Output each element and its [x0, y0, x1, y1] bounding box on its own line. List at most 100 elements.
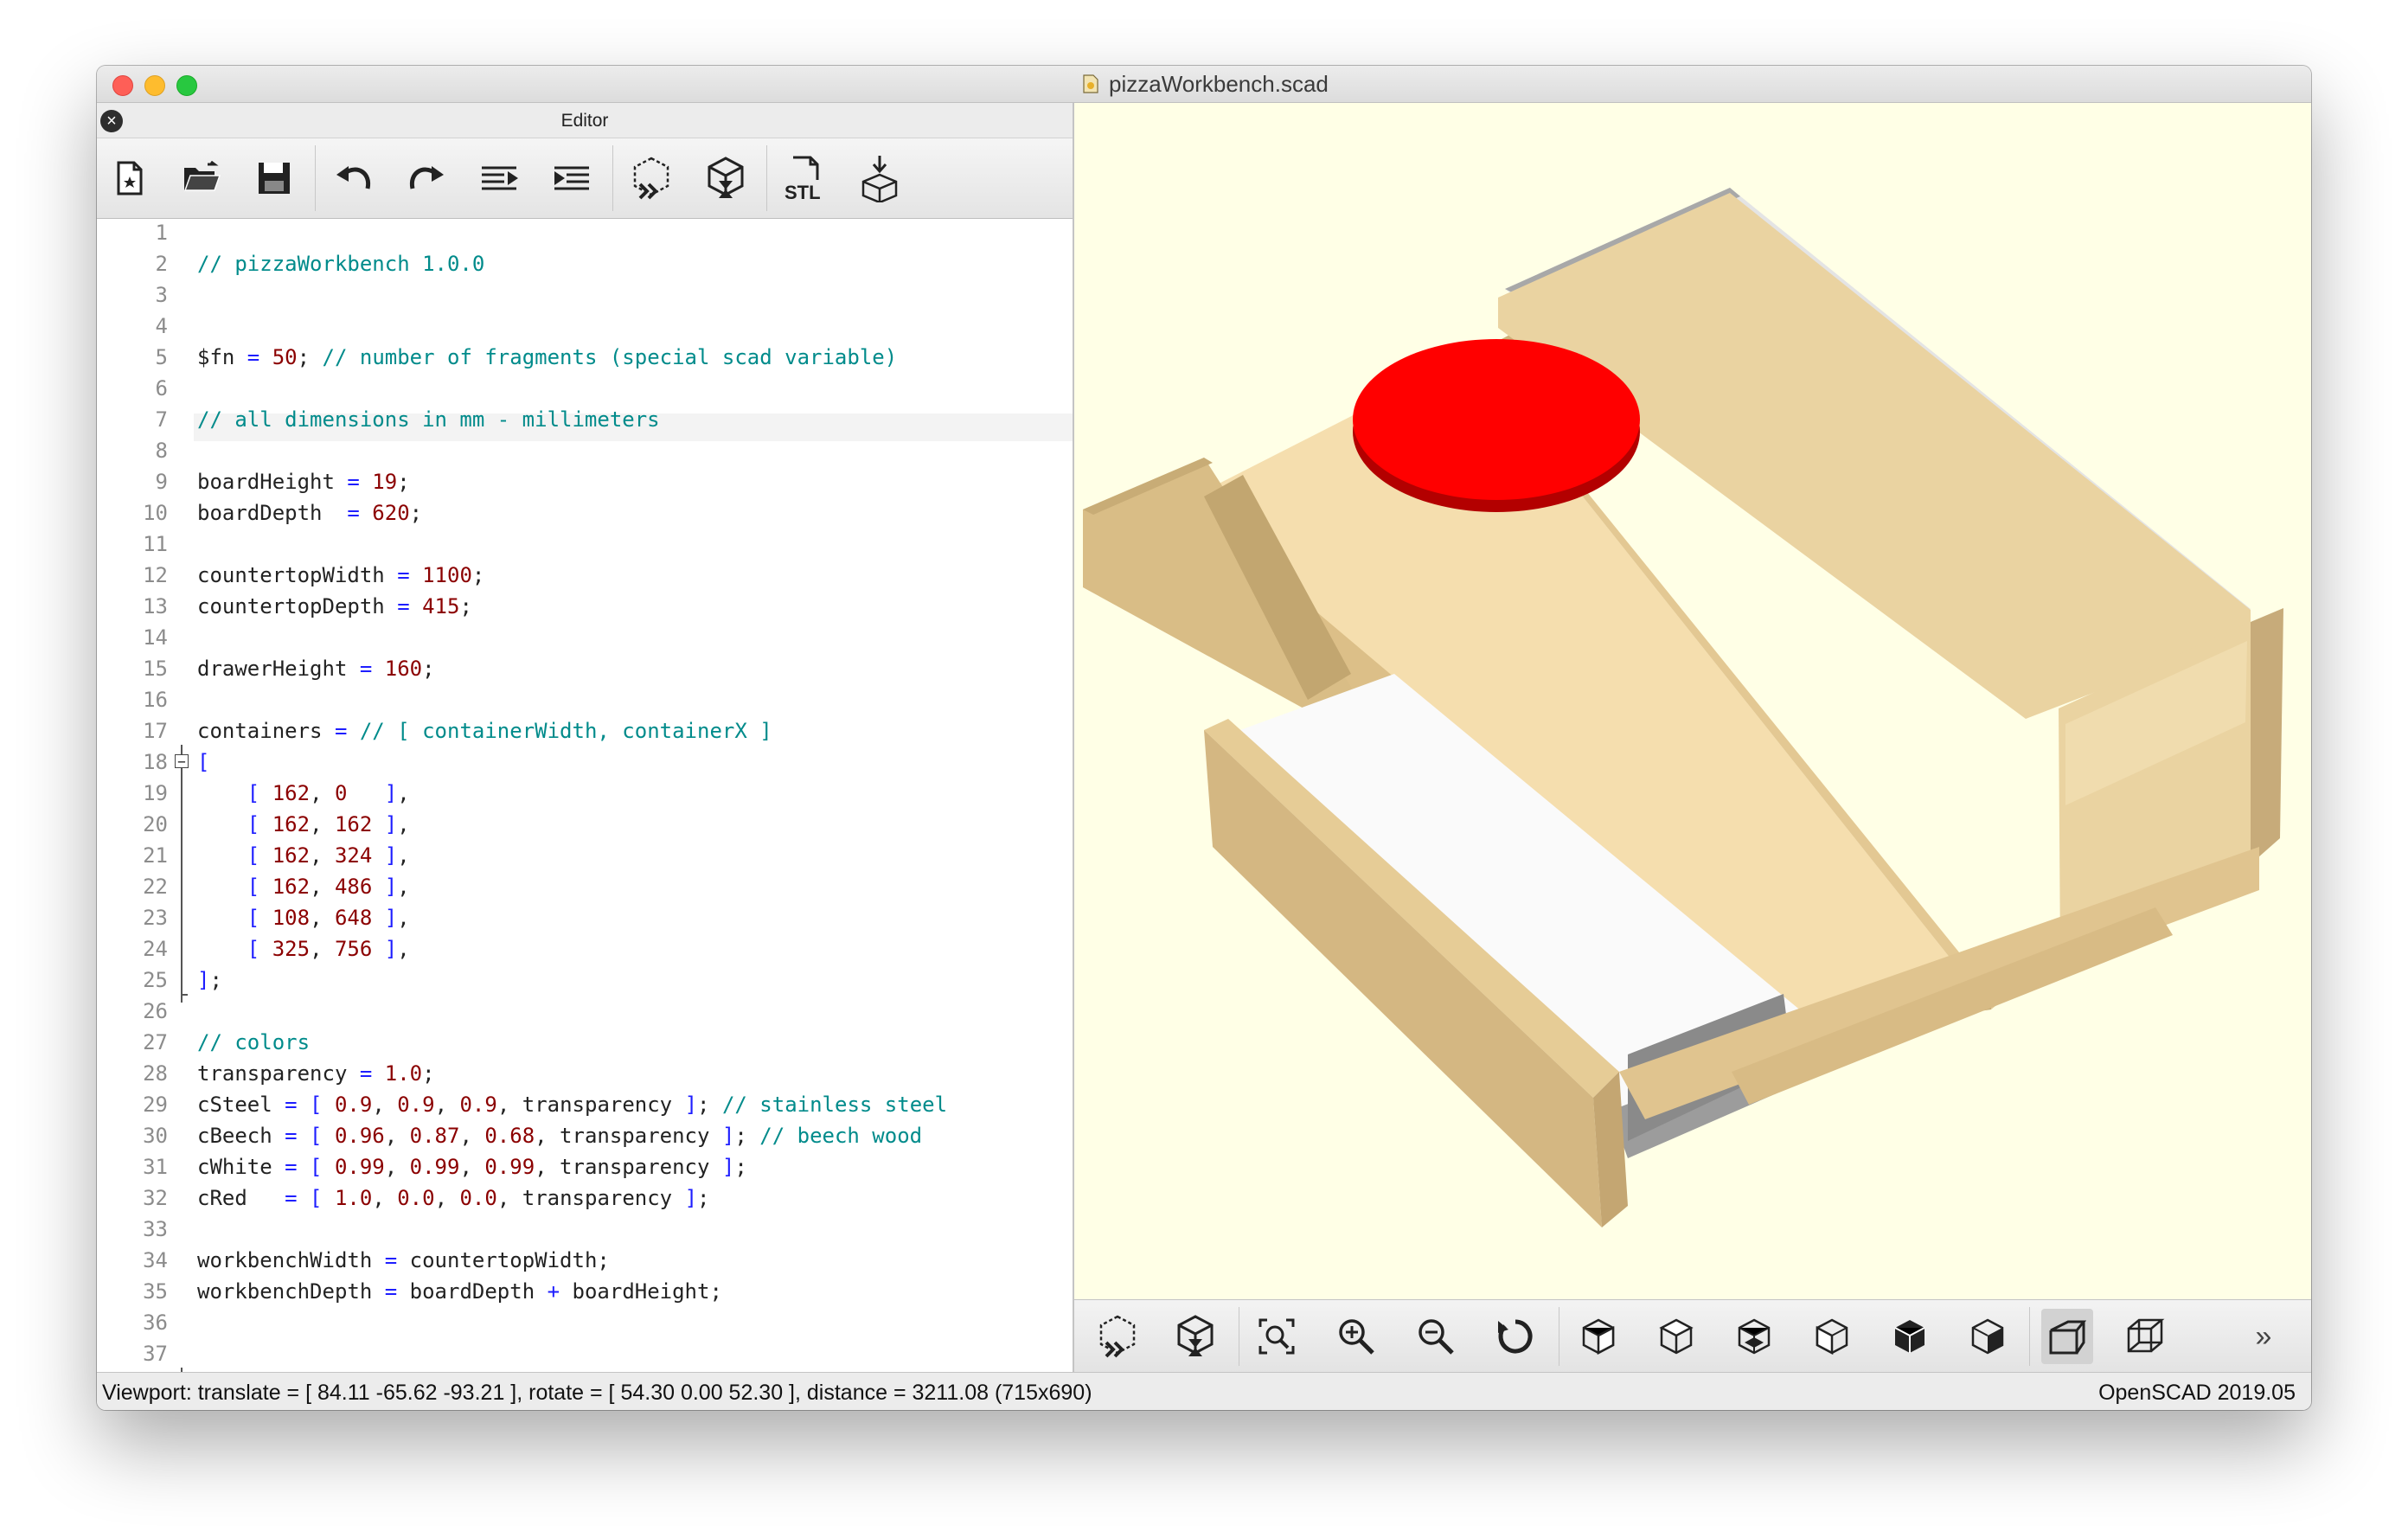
minimize-window-button[interactable] [144, 75, 165, 96]
code-line[interactable]: 27 // colors [97, 1029, 1073, 1056]
code-line[interactable]: 4 [97, 312, 1073, 340]
code-line[interactable]: 32 cRed = [ 1.0, 0.0, 0.0, transparency ]… [97, 1184, 1073, 1212]
view-all-icon[interactable] [1251, 1309, 1303, 1364]
line-number: 28 [143, 1061, 168, 1086]
code-token: 0.9 [334, 1093, 373, 1117]
code-line[interactable]: 35 workbenchDepth = boardDepth + boardHei… [97, 1278, 1073, 1305]
code-line[interactable]: 7 // all dimensions in mm - millimeters [97, 406, 1073, 433]
code-token: ; [422, 1061, 435, 1086]
code-line[interactable]: 1 [97, 219, 1073, 247]
undo-icon[interactable] [329, 152, 379, 204]
editor-header: × Editor [97, 103, 1073, 138]
line-number: 9 [155, 470, 168, 494]
code-token: 325 [272, 937, 311, 961]
close-window-button[interactable] [112, 75, 133, 96]
more-icon[interactable]: » [2233, 1309, 2294, 1364]
orthogonal-icon[interactable] [2119, 1309, 2171, 1364]
code-token: // all dimensions in mm - millimeters [197, 407, 660, 432]
code-token: boardHeight; [572, 1279, 722, 1304]
code-line[interactable]: 12 countertopWidth = 1100; [97, 561, 1073, 589]
code-line[interactable]: 8 [97, 437, 1073, 465]
code-line[interactable]: 31 cWhite = [ 0.99, 0.99, 0.99, transpare… [97, 1153, 1073, 1181]
code-token: ] [384, 906, 398, 930]
code-line[interactable]: 17 containers = // [ containerWidth, cont… [97, 717, 1073, 745]
indent-icon[interactable] [547, 152, 597, 204]
code-line[interactable]: 15 drawerHeight = 160; [97, 655, 1073, 682]
code-line[interactable]: 18−[ [97, 748, 1073, 776]
render-icon[interactable] [701, 152, 751, 204]
view-top-icon[interactable] [1650, 1309, 1702, 1364]
export-stl-icon[interactable]: STL [780, 152, 830, 204]
preview-icon[interactable] [1092, 1309, 1143, 1364]
code-line[interactable]: 13 countertopDepth = 415; [97, 593, 1073, 620]
view-front-icon[interactable] [1884, 1309, 1936, 1364]
view-left-icon[interactable] [1806, 1309, 1858, 1364]
code-line[interactable]: 23 [ 108, 648 ], [97, 904, 1073, 932]
code-line[interactable]: 5 $fn = 50; // number of fragments (speci… [97, 343, 1073, 371]
code-line[interactable]: 14 [97, 624, 1073, 651]
code-text: [ 162, 324 ], [197, 842, 410, 869]
code-token: 19 [372, 470, 398, 494]
view-bottom-icon[interactable] [1728, 1309, 1780, 1364]
render-icon[interactable] [1169, 1309, 1221, 1364]
code-token: ] [384, 937, 398, 961]
code-line[interactable]: 30 cBeech = [ 0.96, 0.87, 0.68, transpare… [97, 1122, 1073, 1150]
code-token: , [384, 1155, 410, 1179]
code-line[interactable]: 34 workbenchWidth = countertopWidth; [97, 1246, 1073, 1274]
code-line[interactable]: 3 [97, 281, 1073, 309]
code-text: transparency = 1.0; [197, 1060, 435, 1087]
code-line[interactable]: 28 transparency = 1.0; [97, 1060, 1073, 1087]
code-token: transparency [197, 1061, 360, 1086]
code-line[interactable]: 10 boardDepth = 620; [97, 499, 1073, 527]
zoom-out-icon[interactable] [1410, 1309, 1462, 1364]
code-token: ; [297, 345, 323, 369]
save-file-icon[interactable] [249, 152, 299, 204]
code-line[interactable]: 16 [97, 686, 1073, 714]
code-line[interactable]: 11 [97, 530, 1073, 558]
code-line[interactable]: 33 [97, 1215, 1073, 1243]
code-line[interactable]: 21 [ 162, 324 ], [97, 842, 1073, 869]
code-line[interactable]: 37 [97, 1340, 1073, 1368]
code-line[interactable]: 19 [ 162, 0 ], [97, 779, 1073, 807]
code-token: ] [384, 843, 398, 868]
code-token: , transparency [496, 1093, 685, 1117]
code-token: 50 [272, 345, 298, 369]
code-token: 648 [334, 906, 373, 930]
view-right-icon[interactable] [1572, 1309, 1624, 1364]
code-line[interactable]: 20 [ 162, 162 ], [97, 811, 1073, 838]
zoom-in-icon[interactable] [1330, 1309, 1382, 1364]
reset-view-icon[interactable] [1489, 1309, 1541, 1364]
code-line[interactable]: 36 [97, 1309, 1073, 1336]
perspective-icon[interactable] [2041, 1309, 2093, 1364]
code-token: 108 [272, 906, 311, 930]
preview-icon[interactable] [626, 152, 676, 204]
code-line[interactable]: 6 [97, 375, 1073, 402]
zoom-window-button[interactable] [176, 75, 197, 96]
new-file-icon[interactable] [104, 152, 154, 204]
code-token: , [310, 843, 335, 868]
code-token: 0.99 [484, 1155, 535, 1179]
code-token: , [459, 1124, 485, 1148]
send-to-print-icon[interactable] [855, 152, 905, 204]
line-number: 18 [143, 750, 168, 774]
code-line[interactable]: 25]; [97, 966, 1073, 994]
code-editor[interactable]: 1 2// pizzaWorkbench 1.0.0 3 4 5 $fn = 50; //… [97, 219, 1073, 1372]
view-back-icon[interactable] [1962, 1309, 2014, 1364]
open-file-icon[interactable] [176, 152, 227, 204]
code-line[interactable]: 9 boardHeight = 19; [97, 468, 1073, 496]
unindent-icon[interactable] [474, 152, 524, 204]
redo-icon[interactable] [401, 152, 452, 204]
code-token: // colors [197, 1030, 311, 1054]
3d-viewport[interactable] [1074, 103, 2311, 1299]
line-number: 12 [143, 563, 168, 587]
code-line[interactable]: 24 [ 325, 756 ], [97, 935, 1073, 963]
line-number: 2 [155, 252, 168, 276]
code-line[interactable]: 26 [97, 997, 1073, 1025]
code-token: = [ [285, 1124, 335, 1148]
code-token: 0.99 [409, 1155, 460, 1179]
code-line[interactable]: 29 cSteel = [ 0.9, 0.9, 0.9, transparency… [97, 1091, 1073, 1118]
fold-toggle-icon[interactable]: − [175, 754, 189, 769]
code-line[interactable]: 2 // pizzaWorkbench 1.0.0 [97, 250, 1073, 278]
code-line[interactable]: 22 [ 162, 486 ], [97, 873, 1073, 900]
code-token: cWhite [197, 1155, 285, 1179]
